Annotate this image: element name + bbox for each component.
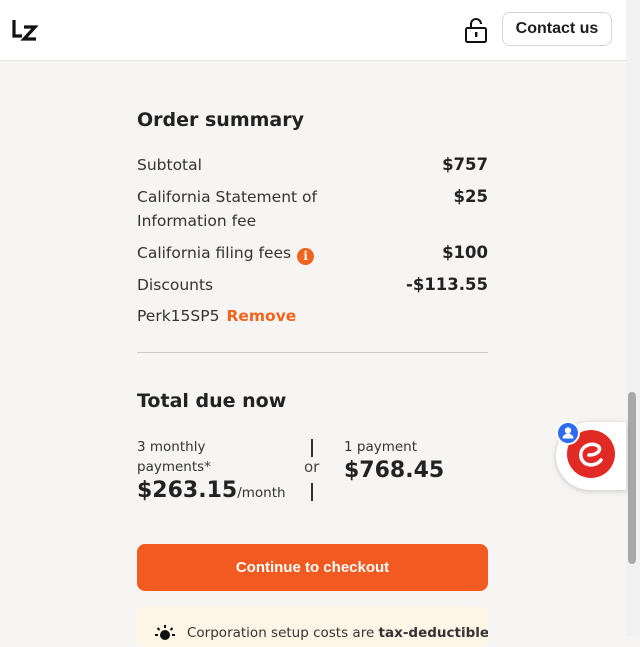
discounts-label: Discounts <box>137 276 214 294</box>
monthly-label: 3 monthly payments* <box>137 437 211 477</box>
info-icon[interactable]: i <box>297 247 315 265</box>
order-summary-title: Order summary <box>137 109 305 131</box>
continue-to-checkout-button[interactable]: Continue to checkout <box>137 544 488 591</box>
top-header: Contact us <box>0 0 626 61</box>
filing-fees-label: California filing fees <box>137 244 292 262</box>
separator-bar-top <box>311 439 313 457</box>
tax-note-text-start: Corporation setup costs are <box>187 625 379 641</box>
monthly-label-line1: 3 monthly <box>137 439 206 455</box>
statement-fee-label: California Statement of Information fee <box>137 185 317 233</box>
monthly-amount-row: $263.15/month <box>137 478 286 503</box>
tax-note-text: Corporation setup costs are tax-deductib… <box>187 625 488 641</box>
monthly-amount: $263.15 <box>137 478 238 503</box>
tax-note: Corporation setup costs are tax-deductib… <box>137 607 488 647</box>
single-payment-amount: $768.45 <box>344 458 445 483</box>
promo-row: Perk15SP5 Remove <box>137 304 296 328</box>
filing-fees-value: $100 <box>442 243 488 262</box>
or-label: or <box>304 458 320 476</box>
single-payment-label: 1 payment <box>344 439 418 455</box>
legalzoom-logo-icon[interactable] <box>12 17 38 43</box>
divider <box>137 352 488 353</box>
sun-icon <box>155 625 175 640</box>
contact-us-button[interactable]: Contact us <box>502 12 612 46</box>
total-due-title: Total due now <box>137 390 287 412</box>
discounts-value: -$113.55 <box>405 275 488 294</box>
monthly-label-line2: payments* <box>137 459 211 475</box>
tax-note-text-bold: tax-deductible <box>378 625 488 641</box>
statement-fee-label-line1: California Statement of <box>137 188 317 206</box>
lock-icon <box>465 18 487 43</box>
scrollbar-thumb[interactable] <box>628 392 636 564</box>
subtotal-label: Subtotal <box>137 156 202 174</box>
user-badge-icon <box>556 421 580 445</box>
statement-fee-label-line2: Information fee <box>137 212 257 230</box>
remove-promo-link[interactable]: Remove <box>226 307 296 325</box>
monthly-unit: /month <box>237 485 286 501</box>
promo-code: Perk15SP5 <box>137 307 220 325</box>
statement-fee-value: $25 <box>453 187 488 206</box>
filing-fees-label-row: California filing fees i <box>137 241 315 265</box>
separator-bar-bottom <box>311 483 313 501</box>
subtotal-value: $757 <box>442 155 488 174</box>
